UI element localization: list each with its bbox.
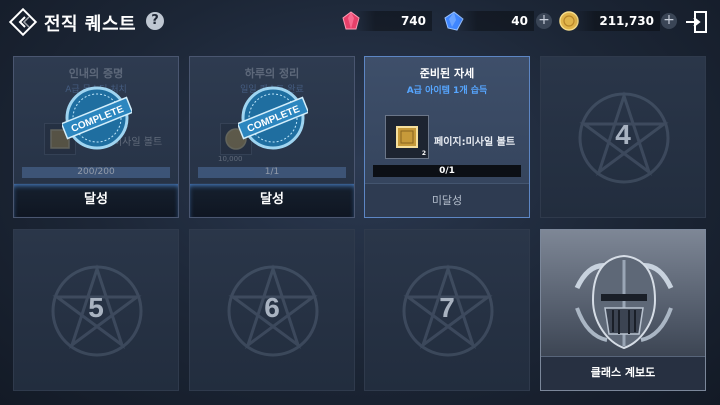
class-tree-card[interactable]: 클래스 계보도	[540, 229, 706, 391]
back-button[interactable]	[8, 7, 38, 37]
quest-card-5[interactable]: 5	[13, 229, 179, 391]
quest-5-number: 5	[88, 292, 104, 323]
exit-icon[interactable]	[684, 9, 710, 35]
quest-7-number: 7	[439, 292, 455, 323]
quest-2-progress: 1/1	[198, 167, 346, 178]
quest-3-desc: A급 아이템 1개 습득	[406, 86, 488, 96]
quest-1-progress: 200/200	[22, 167, 170, 178]
quest-3-item-name: 페이지:미사일 볼트	[434, 137, 516, 148]
quest-1-status: 달성	[14, 183, 178, 217]
quest-1-name: 인내의 증명	[68, 67, 124, 80]
top-bar: 전직 퀘스트 ? 740 40 + 211,730 +	[0, 0, 720, 44]
quest-2-name: 하루의 정리	[244, 67, 300, 80]
class-tree-label: 클래스 계보도	[541, 356, 705, 390]
knight-helmet-icon	[574, 254, 674, 350]
quest-6-number: 6	[264, 292, 280, 323]
quest-card-6[interactable]: 6	[189, 229, 355, 391]
quest-3-status: 미달성	[365, 183, 529, 217]
quest-card-1[interactable]: 인내의 증명 A급 몬스터 처치 페이지:미사일 볼트 200/200 COMP…	[13, 56, 179, 218]
help-button[interactable]: ?	[146, 12, 164, 30]
quest-card-3[interactable]: 준비된 자세 A급 아이템 1개 습득 2 페이지:미사일 볼트 0/1 미달성	[364, 56, 530, 218]
complete-stamp-icon: COMPLETE	[238, 86, 308, 150]
gold-add-button[interactable]: +	[661, 13, 677, 29]
quest-3-reward-item[interactable]: 2	[385, 115, 429, 159]
red-gem-counter: 740	[356, 11, 432, 31]
quest-2-status: 달성	[190, 183, 354, 217]
quest-3-progress: 0/1	[373, 165, 521, 177]
page-title: 전직 퀘스트	[44, 14, 137, 35]
blue-gem-counter: 40	[458, 11, 534, 31]
quest-card-4[interactable]: 4	[540, 56, 706, 218]
quest-card-7[interactable]: 7	[364, 229, 530, 391]
complete-stamp-icon: COMPLETE	[62, 86, 132, 150]
red-gem-value: 740	[400, 14, 426, 28]
gold-value: 211,730	[599, 14, 654, 28]
quest-card-2[interactable]: 하루의 정리 일일 퀘스트 완료 10,000 1/1 COMPLETE 달성	[189, 56, 355, 218]
quest-3-name: 준비된 자세	[419, 67, 475, 80]
quest-3-item-qty: 2	[421, 150, 426, 157]
gold-counter: 211,730	[574, 11, 660, 31]
blue-gem-add-button[interactable]: +	[536, 13, 552, 29]
back-arrow-icon	[8, 7, 38, 37]
quest-4-number: 4	[615, 119, 631, 150]
blue-gem-value: 40	[511, 14, 528, 28]
quest-2-item-amount: 10,000	[218, 155, 243, 163]
